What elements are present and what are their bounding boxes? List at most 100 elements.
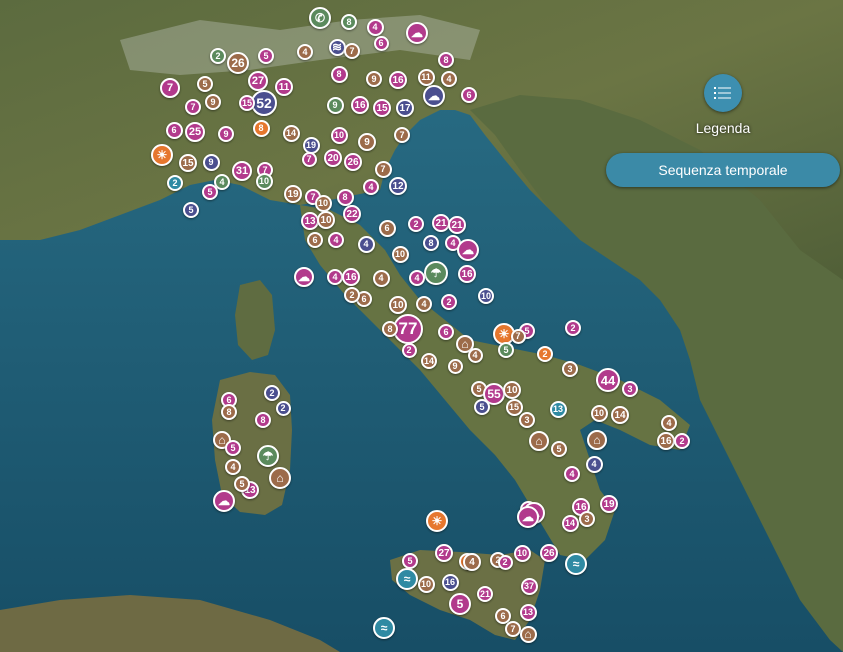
event-cluster-marker[interactable]: 4 bbox=[372, 269, 390, 287]
event-cluster-marker[interactable]: 2 bbox=[497, 554, 513, 570]
event-cluster-marker[interactable]: 10 bbox=[478, 288, 494, 304]
event-cluster-marker[interactable]: 4 bbox=[297, 44, 313, 60]
event-cluster-marker[interactable]: ☂ bbox=[257, 445, 279, 467]
event-cluster-marker[interactable]: 16 bbox=[441, 573, 459, 591]
event-cluster-marker[interactable]: 10 bbox=[590, 404, 608, 422]
event-cluster-marker[interactable]: 10 bbox=[317, 211, 335, 229]
event-cluster-marker[interactable]: 4 bbox=[363, 179, 379, 195]
event-cluster-marker[interactable]: ⌂ bbox=[269, 467, 291, 489]
event-cluster-marker[interactable]: 10 bbox=[314, 194, 332, 212]
event-cluster-marker[interactable]: 5 bbox=[197, 76, 213, 92]
timeline-button[interactable]: Sequenza temporale bbox=[606, 153, 840, 187]
event-cluster-marker[interactable]: 13 bbox=[519, 603, 537, 621]
event-cluster-marker[interactable]: 9 bbox=[202, 153, 220, 171]
event-cluster-marker[interactable]: 8 bbox=[382, 321, 398, 337]
event-cluster-marker[interactable]: 14 bbox=[421, 353, 437, 369]
event-cluster-marker[interactable]: 4 bbox=[328, 232, 344, 248]
event-cluster-marker[interactable]: 2 bbox=[441, 294, 457, 310]
event-cluster-marker[interactable]: 2 bbox=[210, 48, 226, 64]
event-cluster-marker[interactable]: ☂ bbox=[424, 261, 448, 285]
event-cluster-marker[interactable]: 5 bbox=[258, 48, 274, 64]
event-cluster-marker[interactable]: 5 bbox=[474, 399, 490, 415]
event-cluster-marker[interactable]: 2 bbox=[401, 342, 417, 358]
event-cluster-marker[interactable]: 5 bbox=[402, 553, 418, 569]
event-cluster-marker[interactable]: 9 bbox=[218, 126, 234, 142]
event-cluster-marker[interactable]: 27 bbox=[248, 71, 268, 91]
event-cluster-marker[interactable]: 9 bbox=[366, 71, 382, 87]
event-cluster-marker[interactable]: 15 bbox=[373, 99, 391, 117]
event-cluster-marker[interactable]: 4 bbox=[225, 459, 241, 475]
event-cluster-marker[interactable]: 5 bbox=[234, 476, 250, 492]
event-cluster-marker[interactable]: 8 bbox=[423, 235, 439, 251]
event-cluster-marker[interactable]: 4 bbox=[463, 553, 481, 571]
event-cluster-marker[interactable]: 16 bbox=[458, 265, 476, 283]
event-cluster-marker[interactable]: ☁ bbox=[294, 267, 314, 287]
event-cluster-marker[interactable]: 10 bbox=[391, 245, 409, 263]
event-cluster-marker[interactable]: 2 bbox=[344, 287, 360, 303]
event-cluster-marker[interactable]: 4 bbox=[467, 347, 483, 363]
event-cluster-marker[interactable]: 17 bbox=[396, 99, 414, 117]
event-cluster-marker[interactable]: 10 bbox=[389, 296, 407, 314]
event-cluster-marker[interactable]: 22 bbox=[343, 205, 361, 223]
event-cluster-marker[interactable]: 26 bbox=[227, 52, 249, 74]
event-cluster-marker[interactable]: 9 bbox=[447, 358, 463, 374]
event-cluster-marker[interactable]: ≈ bbox=[396, 568, 418, 590]
event-cluster-marker[interactable]: 8 bbox=[252, 119, 270, 137]
event-cluster-marker[interactable]: 7 bbox=[301, 151, 317, 167]
event-cluster-marker[interactable]: 7 bbox=[185, 99, 201, 115]
event-cluster-marker[interactable]: 10 bbox=[255, 172, 273, 190]
event-cluster-marker[interactable]: 16 bbox=[342, 268, 360, 286]
event-cluster-marker[interactable]: 12 bbox=[389, 177, 407, 195]
event-cluster-marker[interactable]: 8 bbox=[336, 188, 354, 206]
event-cluster-marker[interactable]: 10 bbox=[417, 575, 435, 593]
event-cluster-marker[interactable]: 25 bbox=[185, 122, 205, 142]
event-cluster-marker[interactable]: 31 bbox=[232, 161, 252, 181]
event-cluster-marker[interactable]: 6 bbox=[461, 87, 477, 103]
event-cluster-marker[interactable]: 9 bbox=[358, 133, 376, 151]
event-cluster-marker[interactable]: 8 bbox=[438, 52, 454, 68]
event-cluster-marker[interactable]: 5 bbox=[449, 593, 471, 615]
event-cluster-marker[interactable]: ☁ bbox=[517, 506, 539, 528]
event-cluster-marker[interactable]: 11 bbox=[275, 78, 293, 96]
event-cluster-marker[interactable]: 10 bbox=[503, 381, 521, 399]
event-cluster-marker[interactable]: 9 bbox=[326, 96, 344, 114]
event-cluster-marker[interactable]: 7 bbox=[374, 160, 392, 178]
event-cluster-marker[interactable]: 6 bbox=[165, 121, 183, 139]
event-cluster-marker[interactable]: 4 bbox=[366, 18, 384, 36]
event-cluster-marker[interactable]: ☁ bbox=[406, 22, 428, 44]
event-cluster-marker[interactable]: 2 bbox=[408, 216, 424, 232]
event-cluster-marker[interactable]: 27 bbox=[435, 544, 453, 562]
event-cluster-marker[interactable]: 16 bbox=[389, 71, 407, 89]
event-cluster-marker[interactable]: ☀ bbox=[151, 144, 173, 166]
event-cluster-marker[interactable]: ☁ bbox=[213, 490, 235, 512]
event-cluster-marker[interactable]: 11 bbox=[417, 68, 435, 86]
event-cluster-marker[interactable]: 8 bbox=[341, 14, 357, 30]
event-cluster-marker[interactable]: ⌂ bbox=[587, 430, 607, 450]
event-cluster-marker[interactable]: 37 bbox=[520, 577, 538, 595]
event-cluster-marker[interactable]: 3 bbox=[519, 412, 535, 428]
event-cluster-marker[interactable]: 7 bbox=[505, 621, 521, 637]
event-cluster-marker[interactable]: 4 bbox=[409, 270, 425, 286]
event-cluster-marker[interactable]: 2 bbox=[674, 433, 690, 449]
event-cluster-marker[interactable]: 4 bbox=[585, 455, 603, 473]
event-cluster-marker[interactable]: 2 bbox=[264, 385, 280, 401]
event-cluster-marker[interactable]: 4 bbox=[357, 235, 375, 253]
event-cluster-marker[interactable]: ☁ bbox=[423, 85, 445, 107]
event-cluster-marker[interactable]: 14 bbox=[561, 514, 579, 532]
event-cluster-marker[interactable]: 19 bbox=[302, 136, 320, 154]
event-cluster-marker[interactable]: 7 bbox=[344, 43, 360, 59]
event-cluster-marker[interactable]: 8 bbox=[221, 404, 237, 420]
event-cluster-marker[interactable]: 8 bbox=[330, 65, 348, 83]
event-cluster-marker[interactable]: 4 bbox=[416, 296, 432, 312]
event-cluster-marker[interactable]: 6 bbox=[373, 35, 389, 51]
event-cluster-marker[interactable]: 5 bbox=[202, 184, 218, 200]
event-cluster-marker[interactable]: 7 bbox=[160, 78, 180, 98]
legend-button[interactable] bbox=[704, 74, 742, 112]
event-cluster-marker[interactable]: ≈ bbox=[565, 553, 587, 575]
event-cluster-marker[interactable]: 4 bbox=[441, 71, 457, 87]
event-cluster-marker[interactable]: 7 bbox=[510, 328, 526, 344]
event-cluster-marker[interactable]: 5 bbox=[183, 202, 199, 218]
event-cluster-marker[interactable]: 9 bbox=[205, 94, 221, 110]
event-cluster-marker[interactable]: ⌂ bbox=[519, 625, 537, 643]
event-cluster-marker[interactable]: ≈ bbox=[373, 617, 395, 639]
